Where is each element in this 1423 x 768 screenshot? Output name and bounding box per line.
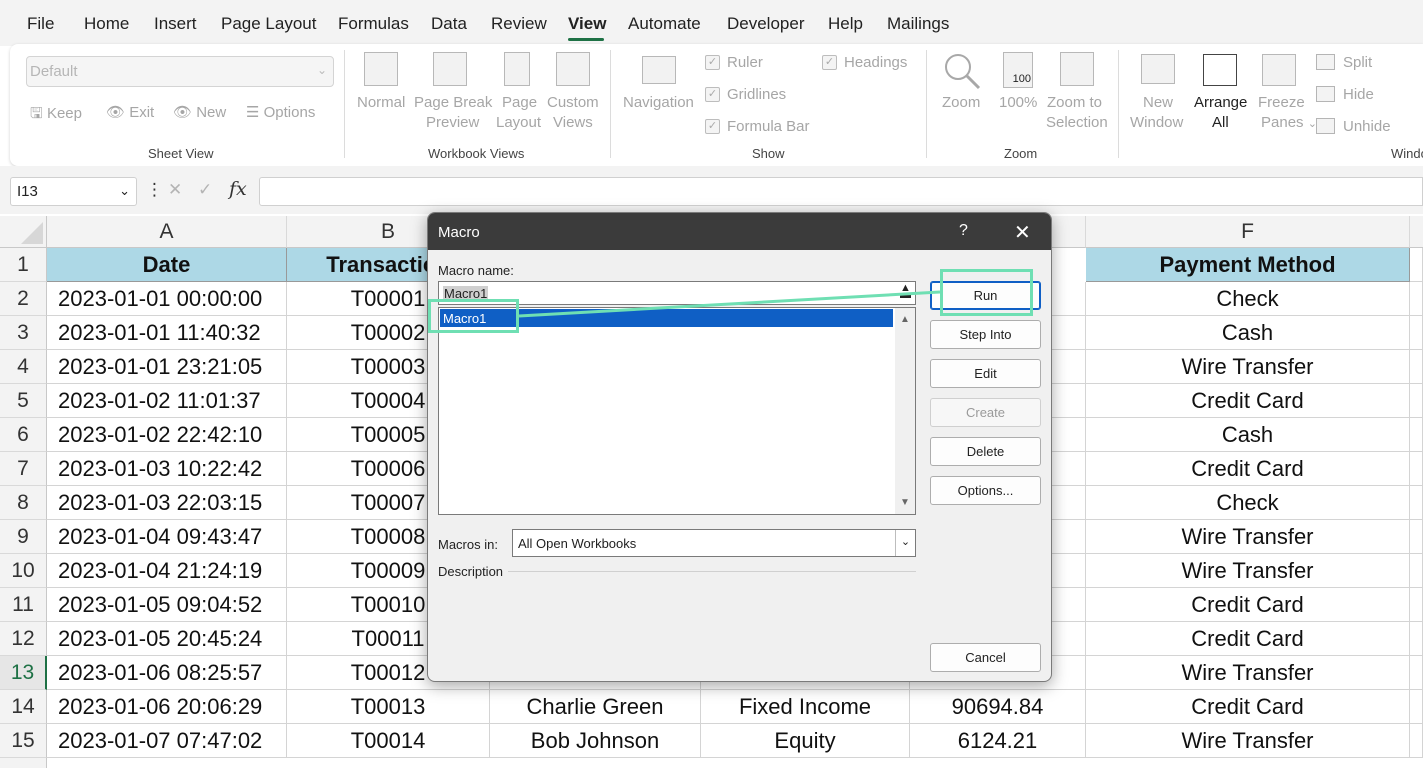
highlight-macro1-item <box>428 299 519 333</box>
annotation-connector <box>518 290 941 318</box>
highlight-run-button <box>940 269 1033 316</box>
